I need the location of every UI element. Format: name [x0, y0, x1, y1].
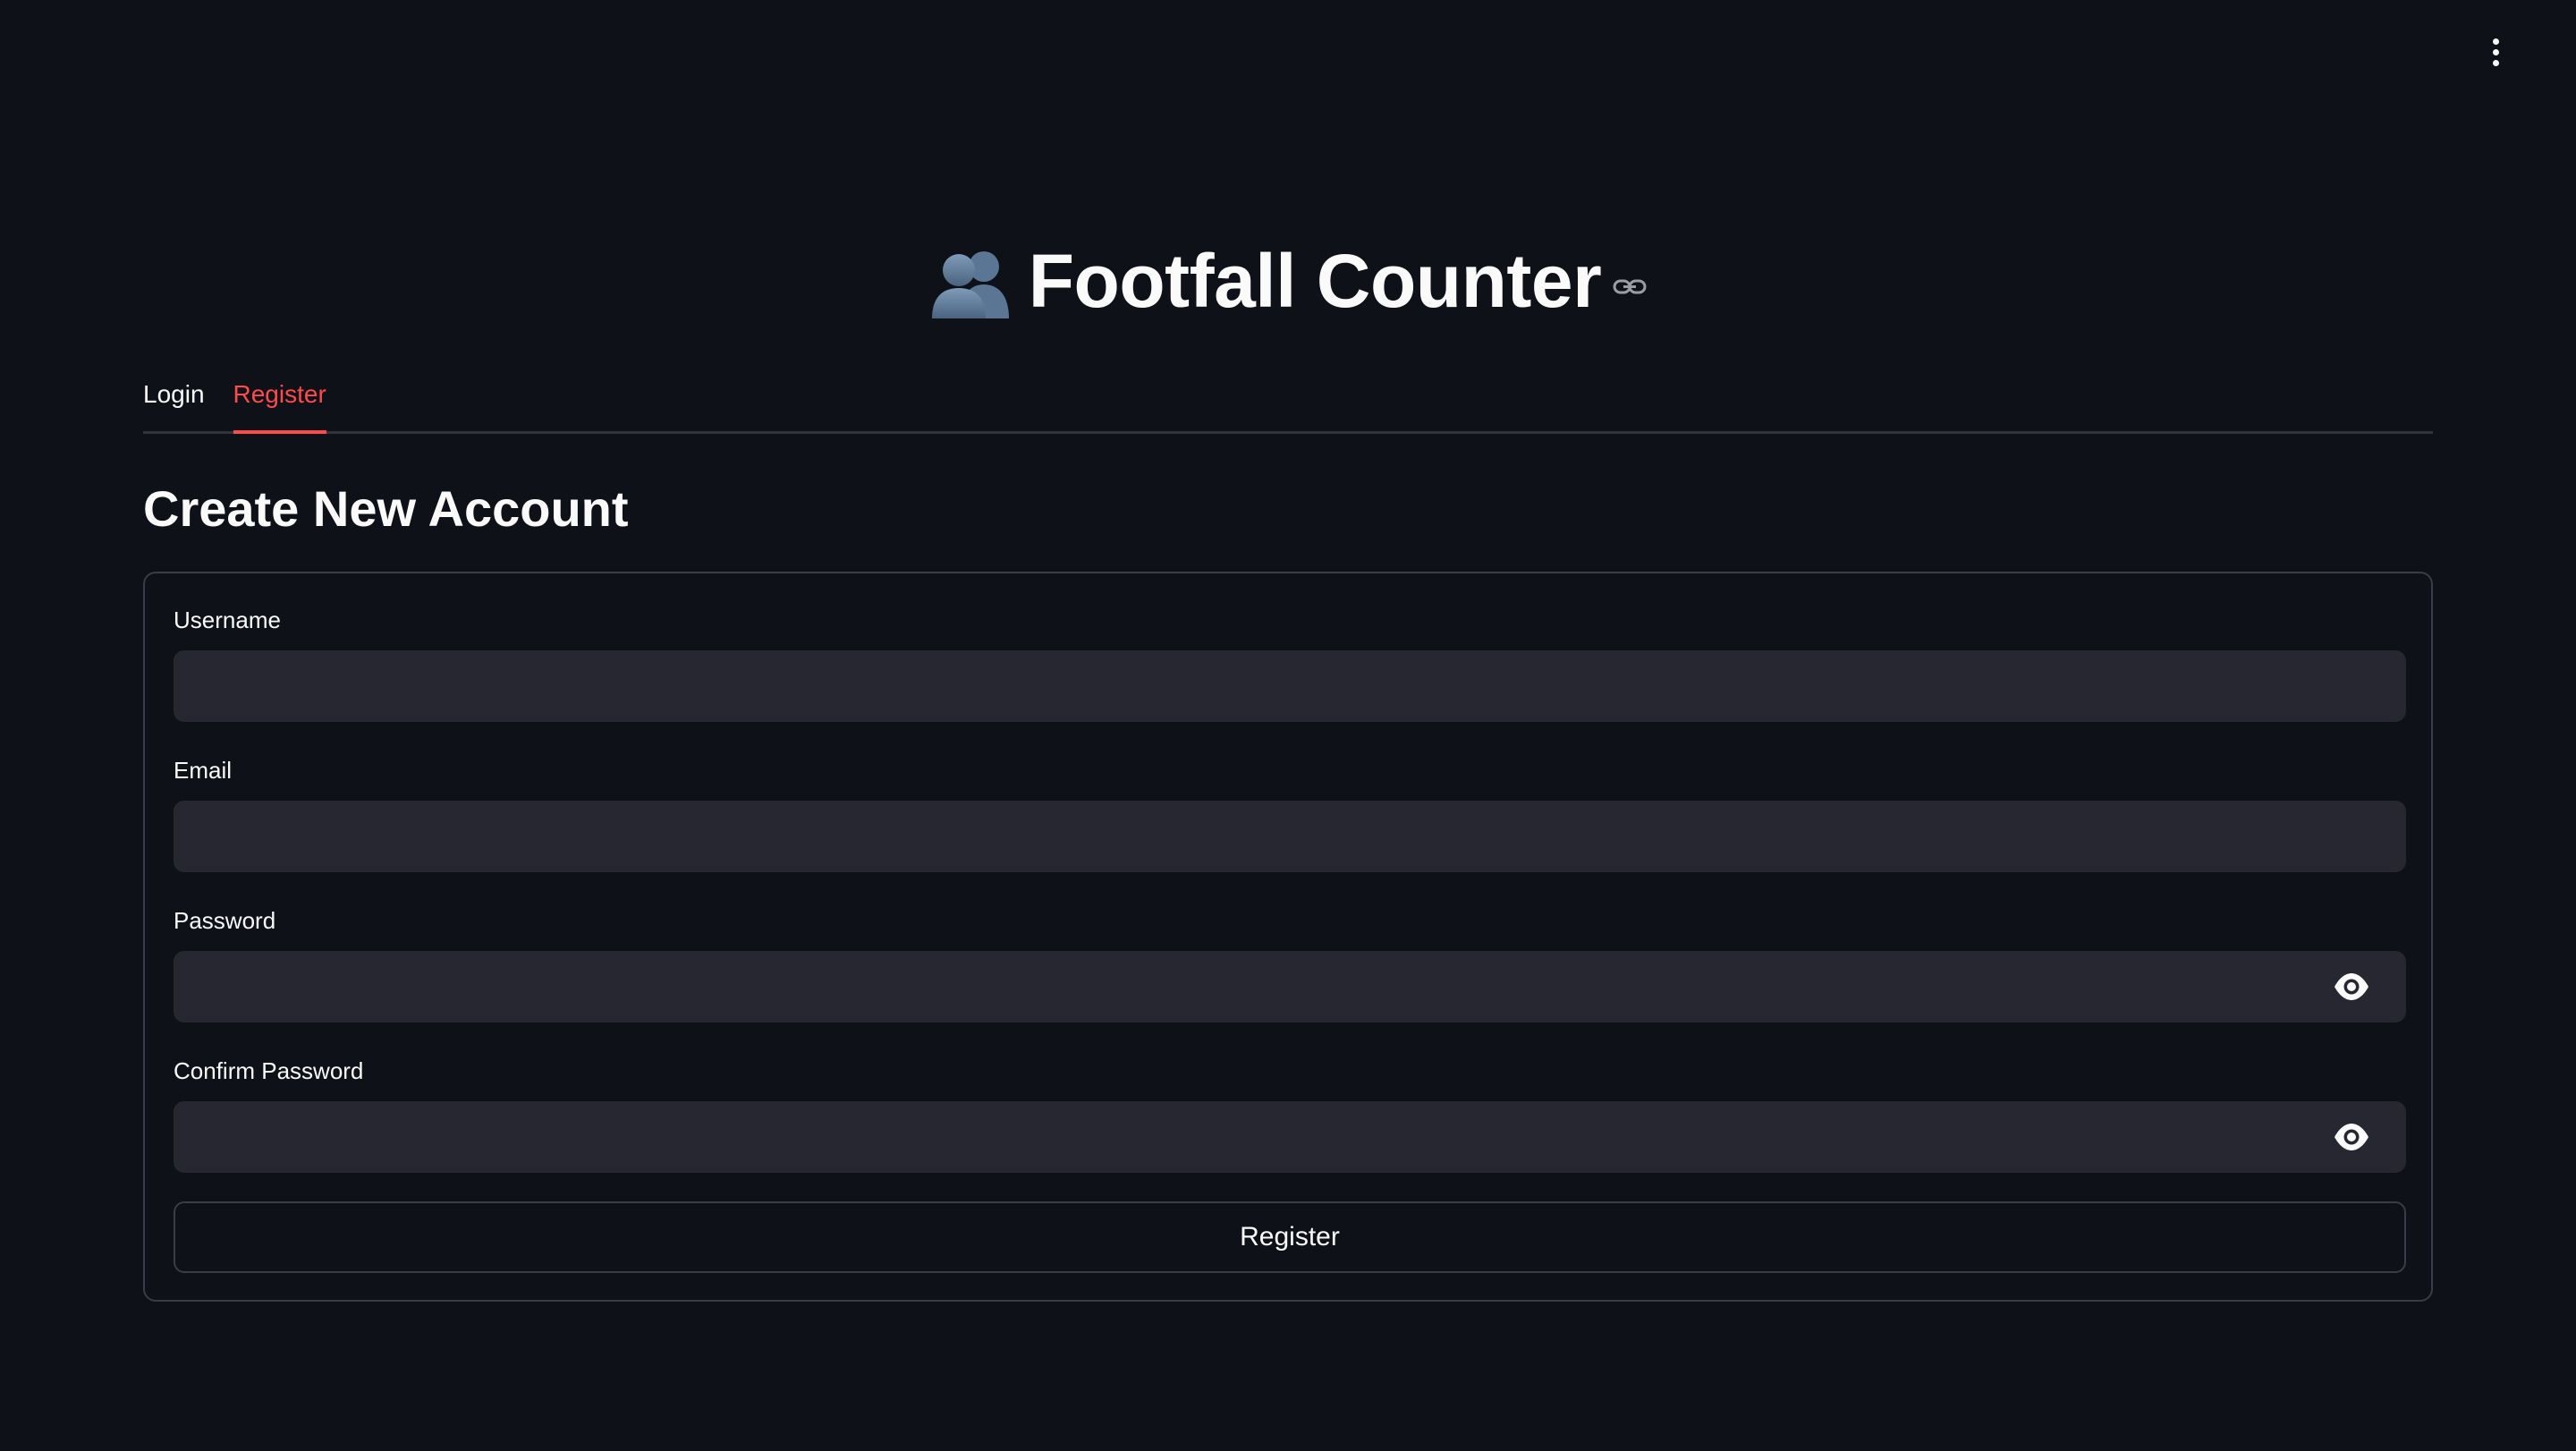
- busts-in-silhouette-icon: [931, 251, 1009, 318]
- confirm-password-input[interactable]: [174, 1101, 2406, 1173]
- menu-dot: [2492, 48, 2499, 55]
- app-page: Footfall Counter Login Register Create N…: [0, 0, 2576, 1451]
- confirm-password-input-wrapper: [174, 1101, 2406, 1173]
- password-field-group: Password: [174, 904, 2406, 1022]
- password-input[interactable]: [174, 951, 2406, 1022]
- email-field-group: Email: [174, 754, 2406, 872]
- confirm-password-label: Confirm Password: [174, 1057, 364, 1084]
- tab-bar: Login Register: [143, 367, 2433, 434]
- confirm-password-field-group: Confirm Password: [174, 1055, 2406, 1173]
- email-input[interactable]: [174, 801, 2406, 872]
- menu-dot: [2492, 38, 2499, 45]
- show-password-eye-icon[interactable]: [2333, 969, 2370, 1005]
- menu-dot: [2492, 59, 2499, 66]
- tab-register[interactable]: Register: [233, 367, 327, 434]
- page-title: Footfall Counter: [1028, 238, 1602, 323]
- email-input-wrapper: [174, 801, 2406, 872]
- password-input-wrapper: [174, 951, 2406, 1022]
- email-label: Email: [174, 757, 233, 784]
- tab-login[interactable]: Login: [143, 367, 205, 431]
- username-field-group: Username: [174, 604, 2406, 722]
- username-input[interactable]: [174, 650, 2406, 722]
- register-button[interactable]: Register: [174, 1201, 2406, 1273]
- form-heading: Create New Account: [143, 480, 629, 537]
- registration-form: Username Email Password Confirm Password…: [143, 572, 2433, 1302]
- password-label: Password: [174, 907, 276, 934]
- page-title-row: Footfall Counter: [0, 234, 2576, 327]
- show-confirm-password-eye-icon[interactable]: [2333, 1119, 2370, 1155]
- link-icon[interactable]: [1612, 269, 1648, 305]
- username-label: Username: [174, 607, 281, 633]
- main-menu-button[interactable]: [2478, 34, 2513, 70]
- username-input-wrapper: [174, 650, 2406, 722]
